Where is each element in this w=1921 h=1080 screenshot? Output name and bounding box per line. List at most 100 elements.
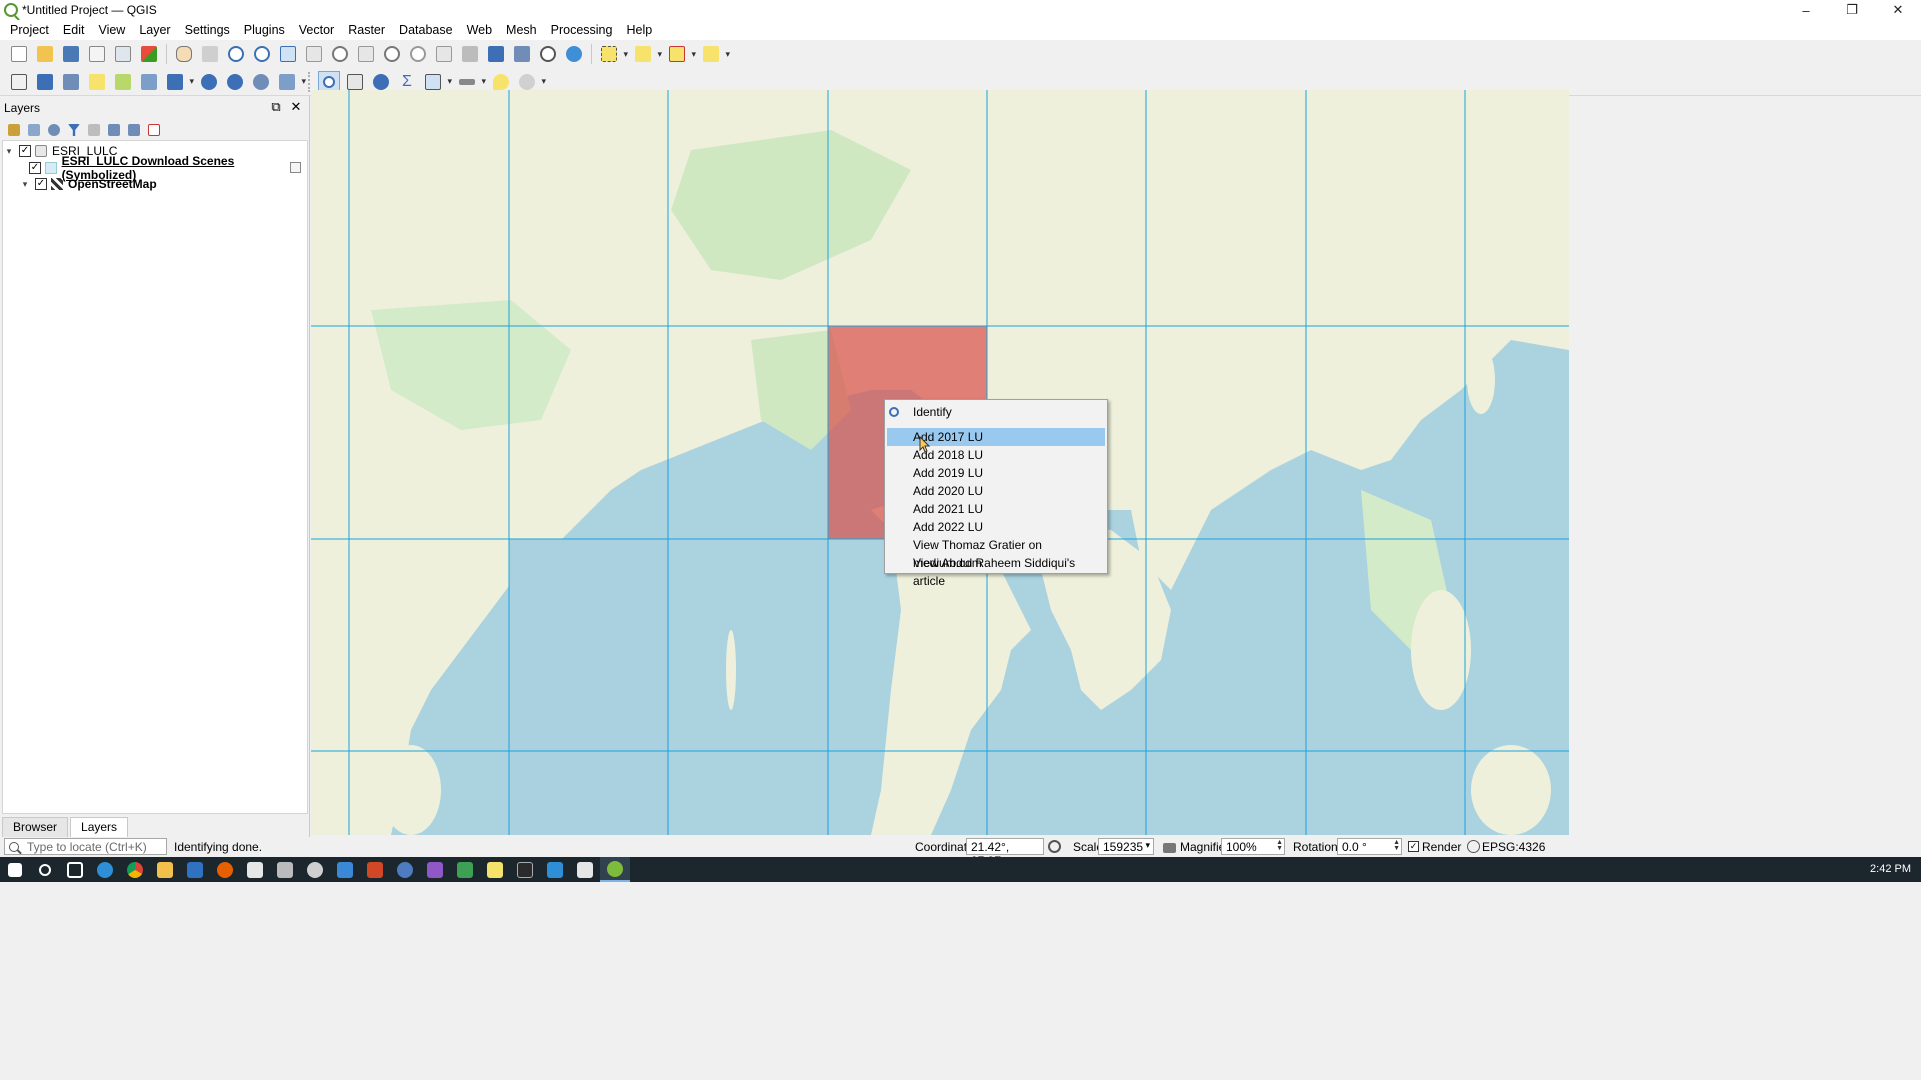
render-checkbox[interactable]: ✓ xyxy=(1408,841,1419,852)
menu-raster[interactable]: Raster xyxy=(341,23,392,37)
close-button[interactable]: ✕ xyxy=(1875,0,1921,20)
qgis-taskbar-icon[interactable] xyxy=(600,857,630,882)
settings-gear-icon[interactable] xyxy=(300,857,330,882)
chrome-browser-icon[interactable] xyxy=(120,857,150,882)
terminal-icon[interactable] xyxy=(510,857,540,882)
style-manager-icon[interactable] xyxy=(138,43,160,65)
layer-visibility-checkbox[interactable]: ✓ xyxy=(19,145,31,158)
crs-label[interactable]: EPSG:4326 xyxy=(1482,840,1545,854)
collapse-arrow-icon[interactable]: ▾ xyxy=(3,146,15,157)
app-icon[interactable] xyxy=(570,857,600,882)
remove-layer-icon[interactable] xyxy=(146,122,162,138)
menu-item-add-2020[interactable]: Add 2020 LU xyxy=(885,482,1107,500)
menu-view[interactable]: View xyxy=(91,23,132,37)
zoom-in-icon[interactable] xyxy=(225,43,247,65)
restore-button[interactable]: ❐ xyxy=(1829,0,1875,20)
spin-arrows-icon[interactable]: ▲ ▼ xyxy=(1276,839,1283,852)
layer-notes-icon[interactable] xyxy=(290,161,301,173)
pan-to-selection-icon[interactable] xyxy=(199,43,221,65)
expand-all-icon[interactable] xyxy=(106,122,122,138)
menu-edit[interactable]: Edit xyxy=(56,23,92,37)
add-layer-menu-icon[interactable] xyxy=(276,71,306,93)
menu-layer[interactable]: Layer xyxy=(132,23,177,37)
firefox-icon[interactable] xyxy=(210,857,240,882)
taskbar-clock[interactable]: 2:42 PM xyxy=(1870,863,1911,875)
menu-processing[interactable]: Processing xyxy=(544,23,620,37)
magnifier-field[interactable]: 100% ▲ ▼ xyxy=(1221,838,1285,855)
file-explorer-icon[interactable] xyxy=(150,857,180,882)
zoom-to-layer-icon[interactable] xyxy=(329,43,351,65)
tab-layers[interactable]: Layers xyxy=(70,817,129,837)
menu-item-identify[interactable]: Identify xyxy=(885,402,1107,424)
coordinate-field[interactable]: 21.42°, 97.97° xyxy=(966,838,1044,868)
menu-item-add-2021[interactable]: Add 2021 LU xyxy=(885,500,1107,518)
app-icon[interactable] xyxy=(330,857,360,882)
layer-visibility-checkbox[interactable]: ✓ xyxy=(29,161,41,174)
refresh-icon[interactable] xyxy=(563,43,585,65)
zoom-to-selection-icon[interactable] xyxy=(303,43,325,65)
zoom-native-icon[interactable] xyxy=(355,43,377,65)
zoom-full-icon[interactable] xyxy=(277,43,299,65)
app-icon[interactable] xyxy=(420,857,450,882)
add-virtual-layer-icon[interactable] xyxy=(138,71,160,93)
open-layer-styling-icon[interactable] xyxy=(6,122,22,138)
digitize-icon[interactable] xyxy=(8,71,30,93)
show-spatial-bookmarks-icon[interactable] xyxy=(511,43,533,65)
task-view-icon[interactable] xyxy=(60,857,90,882)
vector-menu-icon[interactable] xyxy=(164,71,194,93)
temporal-controller-icon[interactable] xyxy=(537,43,559,65)
tab-browser[interactable]: Browser xyxy=(2,817,69,837)
edge-browser-icon[interactable] xyxy=(90,857,120,882)
menu-plugins[interactable]: Plugins xyxy=(237,23,292,37)
minimize-button[interactable]: – xyxy=(1783,0,1829,20)
save-project-icon[interactable] xyxy=(60,43,82,65)
zoom-out-icon[interactable] xyxy=(251,43,273,65)
add-group-icon[interactable] xyxy=(26,122,42,138)
new-spatial-bookmark-icon[interactable] xyxy=(485,43,507,65)
add-wfs-layer-icon[interactable] xyxy=(224,71,246,93)
app-icon[interactable] xyxy=(450,857,480,882)
powerpoint-icon[interactable] xyxy=(360,857,390,882)
menu-mesh[interactable]: Mesh xyxy=(499,23,544,37)
add-wcs-layer-icon[interactable] xyxy=(250,71,272,93)
float-panel-icon[interactable]: ⧉ xyxy=(269,100,283,114)
new-map-view-icon[interactable] xyxy=(433,43,455,65)
scale-dropdown-icon[interactable]: ▾ xyxy=(1145,840,1150,851)
new-print-layout-icon[interactable] xyxy=(86,43,108,65)
zoom-last-icon[interactable] xyxy=(381,43,403,65)
select-features-icon[interactable] xyxy=(598,43,628,65)
collapse-all-icon[interactable] xyxy=(126,122,142,138)
new-project-icon[interactable] xyxy=(8,43,30,65)
search-icon[interactable] xyxy=(30,857,60,882)
manage-visibility-icon[interactable] xyxy=(46,122,62,138)
toggle-extents-icon[interactable] xyxy=(1048,840,1061,853)
open-project-icon[interactable] xyxy=(34,43,56,65)
zoom-next-icon[interactable] xyxy=(407,43,429,65)
app-icon[interactable] xyxy=(240,857,270,882)
menu-item-add-2022[interactable]: Add 2022 LU xyxy=(885,518,1107,536)
menu-database[interactable]: Database xyxy=(392,23,460,37)
add-wms-layer-icon[interactable] xyxy=(198,71,220,93)
windows-start-icon[interactable] xyxy=(0,857,30,882)
deselect-features-icon[interactable] xyxy=(666,43,696,65)
app-icon[interactable] xyxy=(270,857,300,882)
filter-legend-icon[interactable] xyxy=(66,122,82,138)
layer-row[interactable]: ▾ ✓ OpenStreetMap xyxy=(3,176,307,193)
rotation-field[interactable]: 0.0 ° ▲ ▼ xyxy=(1337,838,1402,855)
vscode-icon[interactable] xyxy=(540,857,570,882)
layer-visibility-checkbox[interactable]: ✓ xyxy=(35,178,47,191)
scale-field[interactable]: 159235 ▾ xyxy=(1098,838,1154,855)
locator-search-input[interactable]: Type to locate (Ctrl+K) xyxy=(4,838,167,855)
collapse-arrow-icon[interactable]: ▾ xyxy=(19,179,31,190)
filter-by-expression-icon[interactable] xyxy=(86,122,102,138)
raster-layer-icon[interactable] xyxy=(60,71,82,93)
outlook-icon[interactable] xyxy=(180,857,210,882)
menu-help[interactable]: Help xyxy=(619,23,659,37)
select-by-value-icon[interactable] xyxy=(632,43,662,65)
pan-map-icon[interactable] xyxy=(173,43,195,65)
select-by-location-icon[interactable] xyxy=(700,43,730,65)
layout-manager-icon[interactable] xyxy=(112,43,134,65)
raster-calc-icon[interactable] xyxy=(34,71,56,93)
r-icon[interactable] xyxy=(390,857,420,882)
lock-scale-icon[interactable] xyxy=(1163,843,1176,853)
